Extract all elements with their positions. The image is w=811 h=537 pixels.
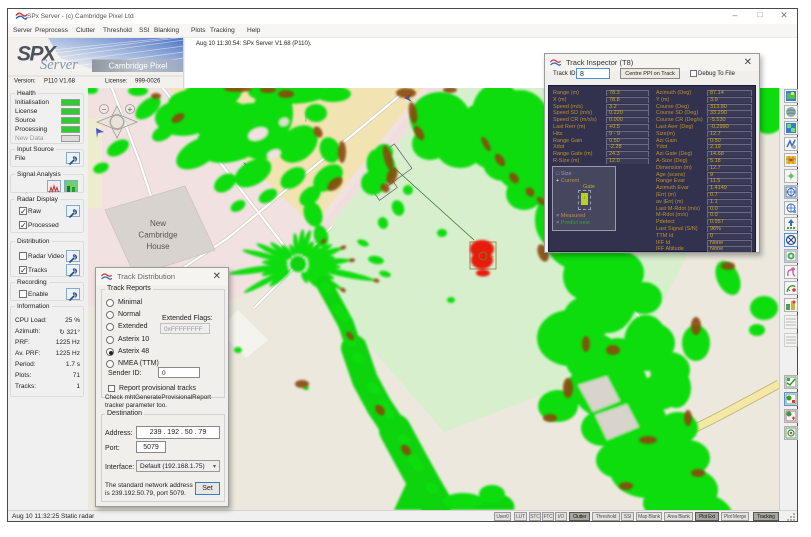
svg-text:P110 V1.68: P110 V1.68: [44, 79, 76, 85]
svg-text:Server: Server: [40, 57, 78, 73]
svg-text:+: +: [128, 105, 133, 114]
svg-text:New: New: [150, 219, 166, 228]
svg-text:Cambridge Pixel: Cambridge Pixel: [109, 62, 168, 71]
svg-text:Version:: Version:: [14, 79, 36, 85]
svg-text:999-0026: 999-0026: [135, 79, 161, 85]
svg-text:Cambridge: Cambridge: [138, 231, 178, 240]
svg-text:License:: License:: [105, 79, 128, 85]
svg-text:−: −: [102, 105, 107, 114]
svg-text:House: House: [146, 242, 170, 251]
svg-text:+: +: [491, 254, 494, 260]
